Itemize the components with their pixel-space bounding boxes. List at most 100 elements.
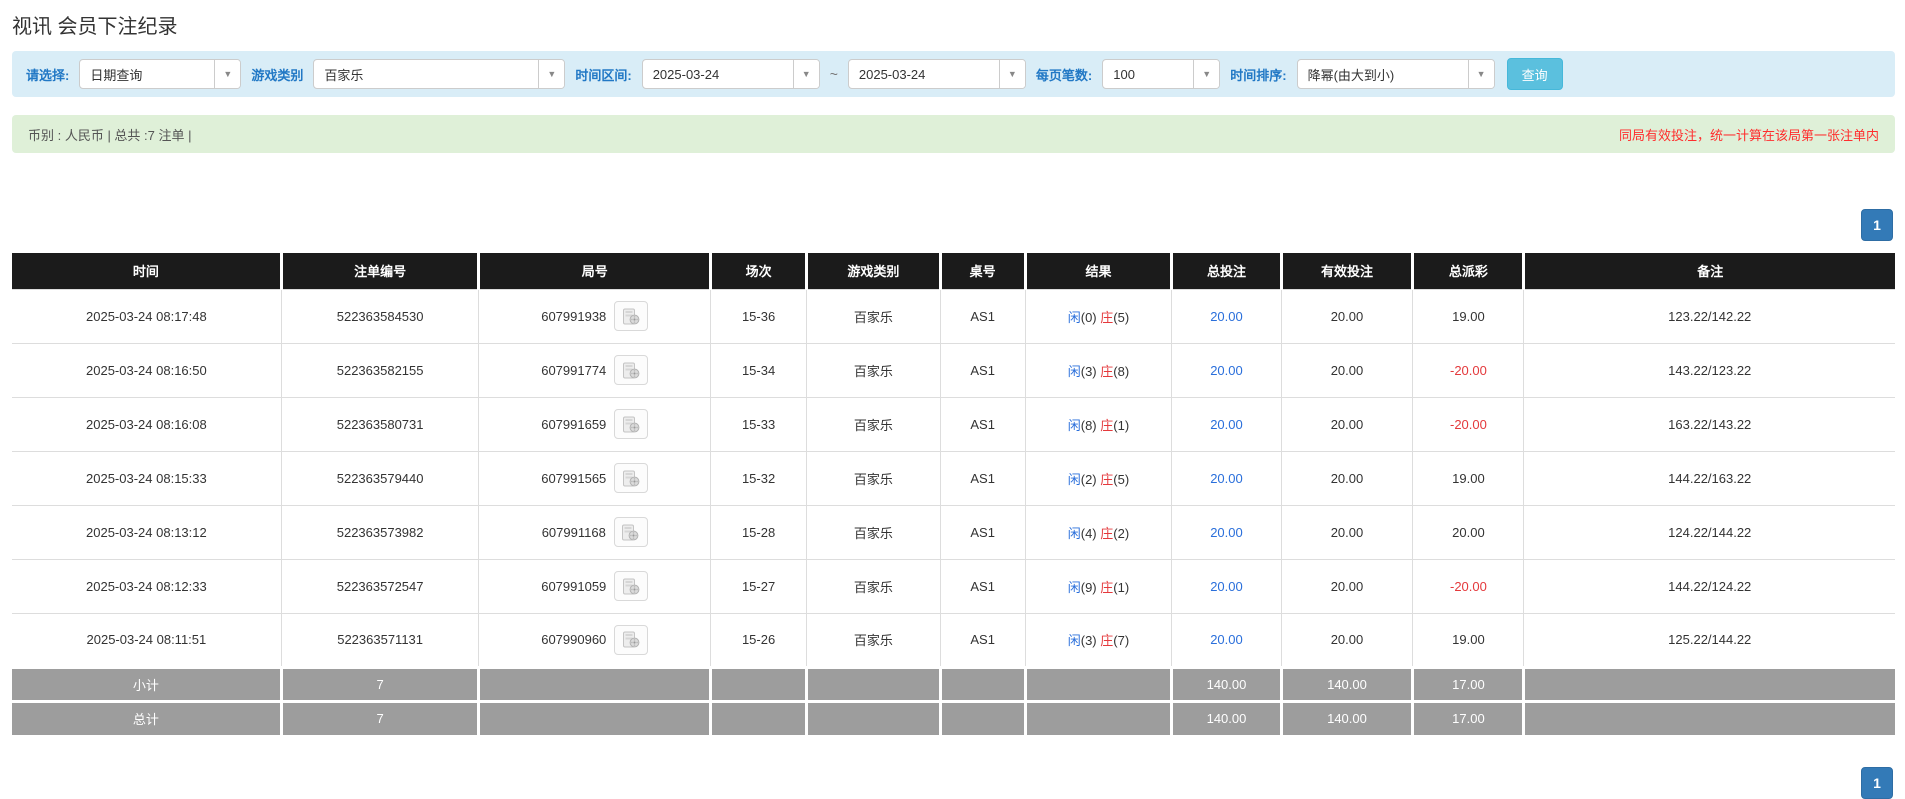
cell-bet-id: 522363580731 xyxy=(280,396,480,452)
result-player-score: (9) xyxy=(1080,579,1101,595)
game-type-label: 游戏类别 xyxy=(251,67,304,83)
total-row-result xyxy=(1023,699,1172,735)
cell-game-type-value: 百家乐 xyxy=(853,633,893,648)
replay-video-button[interactable] xyxy=(614,409,649,439)
cell-session: 15-34 xyxy=(710,342,808,398)
cell-session-value: 15-32 xyxy=(741,470,776,486)
cell-bet-id: 522363571131 xyxy=(280,612,480,668)
cell-game-type: 百家乐 xyxy=(806,450,941,506)
cell-total-bet-value[interactable]: 20.00 xyxy=(1210,309,1243,324)
cell-game-type-value: 百家乐 xyxy=(853,525,893,541)
replay-video-button[interactable] xyxy=(614,355,649,385)
video-clip-icon xyxy=(622,631,640,648)
video-clip-icon xyxy=(622,416,640,432)
cell-total-bet-value[interactable]: 20.00 xyxy=(1210,471,1243,486)
cell-time-value: 2025-03-24 08:11:51 xyxy=(86,632,207,647)
result-banker-label: 庄 xyxy=(1100,417,1114,433)
cell-total-bet-value[interactable]: 20.00 xyxy=(1210,632,1243,647)
total-row: 总计 7 140.00 140.00 17.00 xyxy=(12,699,1895,735)
cell-bet-id-value: 522363571131 xyxy=(337,632,424,647)
table-row: 2025-03-24 08:13:12 522363573982 607991168… xyxy=(12,504,1895,560)
round-id-value: 607990960 xyxy=(541,632,607,647)
page-title: 视讯 会员下注纪录 xyxy=(12,16,178,38)
cell-total-bet-value[interactable]: 20.00 xyxy=(1210,363,1243,378)
cell-time-value: 2025-03-24 08:17:48 xyxy=(86,308,207,324)
date-to-select[interactable]: 2025-03-24 ▼ xyxy=(847,59,1026,89)
subtotal-row-label: 小计 xyxy=(12,665,282,701)
cell-payout-value: 20.00 xyxy=(1452,524,1485,540)
result-banker-score: (1) xyxy=(1113,417,1130,433)
cell-note-value: 144.22/124.22 xyxy=(1668,578,1752,594)
replay-video-button[interactable] xyxy=(614,463,649,493)
header-result: 结果 xyxy=(1023,253,1172,289)
cell-note: 144.22/163.22 xyxy=(1523,450,1895,506)
result-player-score: (3) xyxy=(1080,633,1101,648)
page-1-button[interactable]: 1 xyxy=(1861,767,1893,799)
cell-result: 闲(2) 庄(5) xyxy=(1024,450,1173,506)
cell-payout-value: 19.00 xyxy=(1452,470,1485,486)
cell-table-no: AS1 xyxy=(939,450,1026,506)
cell-game-type-value: 百家乐 xyxy=(853,309,893,325)
cell-table-no-value: AS1 xyxy=(970,524,995,540)
pagination-bottom: 1 xyxy=(12,767,1895,799)
cell-total-bet-value[interactable]: 20.00 xyxy=(1210,525,1243,540)
result-banker-label: 庄 xyxy=(1100,309,1114,325)
replay-video-button[interactable] xyxy=(614,571,649,601)
result-banker-score: (1) xyxy=(1113,579,1130,595)
cell-game-type: 百家乐 xyxy=(806,342,941,398)
currency-total-text: 币别 : 人民币 | 总共 :7 注单 | xyxy=(28,127,192,143)
total-row-count: 7 xyxy=(279,699,479,735)
replay-video-button[interactable] xyxy=(613,517,648,547)
result-player-label: 闲 xyxy=(1067,471,1081,487)
cell-payout: -20.00 xyxy=(1412,558,1525,614)
page-1-button[interactable]: 1 xyxy=(1861,209,1893,241)
cell-game-type: 百家乐 xyxy=(806,396,941,452)
cell-session: 15-36 xyxy=(710,288,808,344)
cell-game-type-value: 百家乐 xyxy=(853,363,893,379)
header-valid-bet: 有效投注 xyxy=(1279,253,1413,289)
video-clip-icon xyxy=(622,470,640,486)
cell-total-bet: 20.00 xyxy=(1171,396,1282,452)
cell-table-no-value: AS1 xyxy=(970,416,995,432)
replay-video-button[interactable] xyxy=(614,301,649,331)
cell-valid-bet: 20.00 xyxy=(1280,396,1414,452)
cell-game-type-value: 百家乐 xyxy=(853,417,893,433)
cell-session: 15-28 xyxy=(710,504,808,560)
result-banker-score: (5) xyxy=(1113,471,1130,487)
cell-table-no: AS1 xyxy=(939,342,1026,398)
result-banker-score: (5) xyxy=(1113,309,1130,325)
cell-payout: 19.00 xyxy=(1412,612,1525,668)
cell-session-value: 15-34 xyxy=(741,362,776,378)
result-player-score: (4) xyxy=(1080,525,1101,541)
header-note: 备注 xyxy=(1522,253,1895,289)
replay-video-button[interactable] xyxy=(614,624,649,655)
chevron-down-icon: ▼ xyxy=(1193,60,1220,88)
sort-order-select[interactable]: 降幂(由大到小) ▼ xyxy=(1296,59,1495,89)
cell-table-no-value: AS1 xyxy=(970,578,995,594)
cell-bet-id-value: 522363582155 xyxy=(336,362,424,378)
sort-order-label: 时间排序: xyxy=(1230,67,1287,83)
cell-payout: 19.00 xyxy=(1412,288,1525,344)
game-type-select[interactable]: 百家乐 ▼ xyxy=(313,59,566,89)
cell-round-id: 607991774 xyxy=(478,342,712,398)
result-player-label: 闲 xyxy=(1067,633,1081,648)
cell-total-bet-value[interactable]: 20.00 xyxy=(1210,579,1243,594)
cell-table-no: AS1 xyxy=(939,396,1026,452)
summary-bar: 币别 : 人民币 | 总共 :7 注单 | 同局有效投注，统一计算在该局第一张注… xyxy=(12,115,1895,153)
cell-total-bet-value[interactable]: 20.00 xyxy=(1210,417,1243,432)
cell-time: 2025-03-24 08:11:51 xyxy=(12,612,282,668)
cell-game-type: 百家乐 xyxy=(806,504,941,560)
cell-time: 2025-03-24 08:17:48 xyxy=(12,288,282,344)
subtotal-row-valid-bet: 140.00 xyxy=(1279,665,1413,701)
search-button[interactable]: 查询 xyxy=(1506,58,1563,90)
per-page-select[interactable]: 100 ▼ xyxy=(1102,59,1221,89)
total-row-round xyxy=(477,699,711,735)
header-session: 场次 xyxy=(709,253,807,289)
date-from-select[interactable]: 2025-03-24 ▼ xyxy=(641,59,820,89)
cell-round-id: 607991938 xyxy=(478,288,712,344)
table-row: 2025-03-24 08:15:33 522363579440 607991565… xyxy=(12,450,1895,506)
cell-table-no: AS1 xyxy=(939,612,1026,668)
cell-round-id: 607991168 xyxy=(478,504,712,560)
cell-payout: 20.00 xyxy=(1412,504,1525,560)
query-type-select[interactable]: 日期查询 ▼ xyxy=(79,59,242,89)
